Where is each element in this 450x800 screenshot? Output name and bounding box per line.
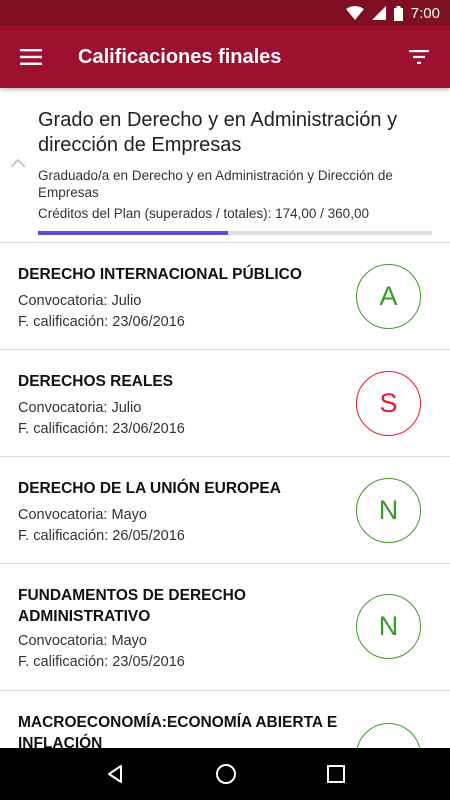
subject-convocatoria: Convocatoria: Julio (18, 400, 142, 416)
subject-convocatoria: Convocatoria: Julio (18, 293, 142, 309)
subject-name: FUNDAMENTOS DE DERECHO ADMINISTRATIVO (18, 587, 246, 625)
list-item[interactable]: DERECHO DE LA UNIÓN EUROPEA Convocatoria… (0, 457, 450, 564)
plan-name: Graduado/a en Derecho y en Administració… (38, 168, 393, 200)
grade-badge: N (356, 478, 421, 543)
list-item[interactable]: DERECHOS REALES Convocatoria: Julio F. c… (0, 350, 450, 457)
credits-progress-fill (38, 231, 229, 235)
chevron-up-icon[interactable] (8, 156, 28, 170)
filter-button[interactable] (394, 26, 444, 88)
grade-badge: S (356, 371, 421, 436)
status-time: 7:00 (410, 4, 440, 22)
subject-date: F. calificación: 26/05/2016 (18, 528, 185, 544)
wifi-icon (345, 6, 364, 20)
filter-icon (409, 50, 429, 64)
list-item[interactable]: FUNDAMENTOS DE DERECHO ADMINISTRATIVO Co… (0, 564, 450, 691)
hamburger-menu-icon (20, 49, 42, 65)
back-icon[interactable] (105, 764, 125, 784)
credits-progress-bar (38, 231, 432, 235)
status-bar: 7:00 (0, 0, 450, 26)
cell-signal-icon (371, 6, 386, 20)
app-bar: Calificaciones finales (0, 26, 450, 88)
degree-header[interactable]: Grado en Derecho y en Administración y d… (0, 88, 450, 243)
subject-list: DERECHO INTERNACIONAL PÚBLICO Convocator… (0, 243, 450, 761)
grade-badge: A (356, 264, 421, 329)
menu-button[interactable] (0, 26, 62, 88)
subject-name: DERECHO DE LA UNIÓN EUROPEA (18, 480, 281, 497)
subject-convocatoria: Convocatoria: Mayo (18, 633, 147, 649)
subject-name: DERECHO INTERNACIONAL PÚBLICO (18, 266, 302, 283)
subject-convocatoria: Convocatoria: Mayo (18, 507, 147, 523)
list-item[interactable]: DERECHO INTERNACIONAL PÚBLICO Convocator… (0, 243, 450, 350)
recents-icon[interactable] (327, 765, 345, 783)
subject-name: DERECHOS REALES (18, 373, 174, 390)
credits-text: Créditos del Plan (superados / totales):… (38, 206, 369, 221)
subject-date: F. calificación: 23/05/2016 (18, 654, 185, 670)
battery-icon (393, 5, 403, 21)
degree-title: Grado en Derecho y en Administración y d… (38, 109, 398, 156)
navigation-bar (0, 748, 450, 800)
subject-date: F. calificación: 23/06/2016 (18, 421, 185, 437)
subject-date: F. calificación: 23/06/2016 (18, 314, 185, 330)
page-title: Calificaciones finales (78, 45, 282, 68)
grade-badge: N (356, 594, 421, 659)
home-icon[interactable] (215, 763, 237, 785)
